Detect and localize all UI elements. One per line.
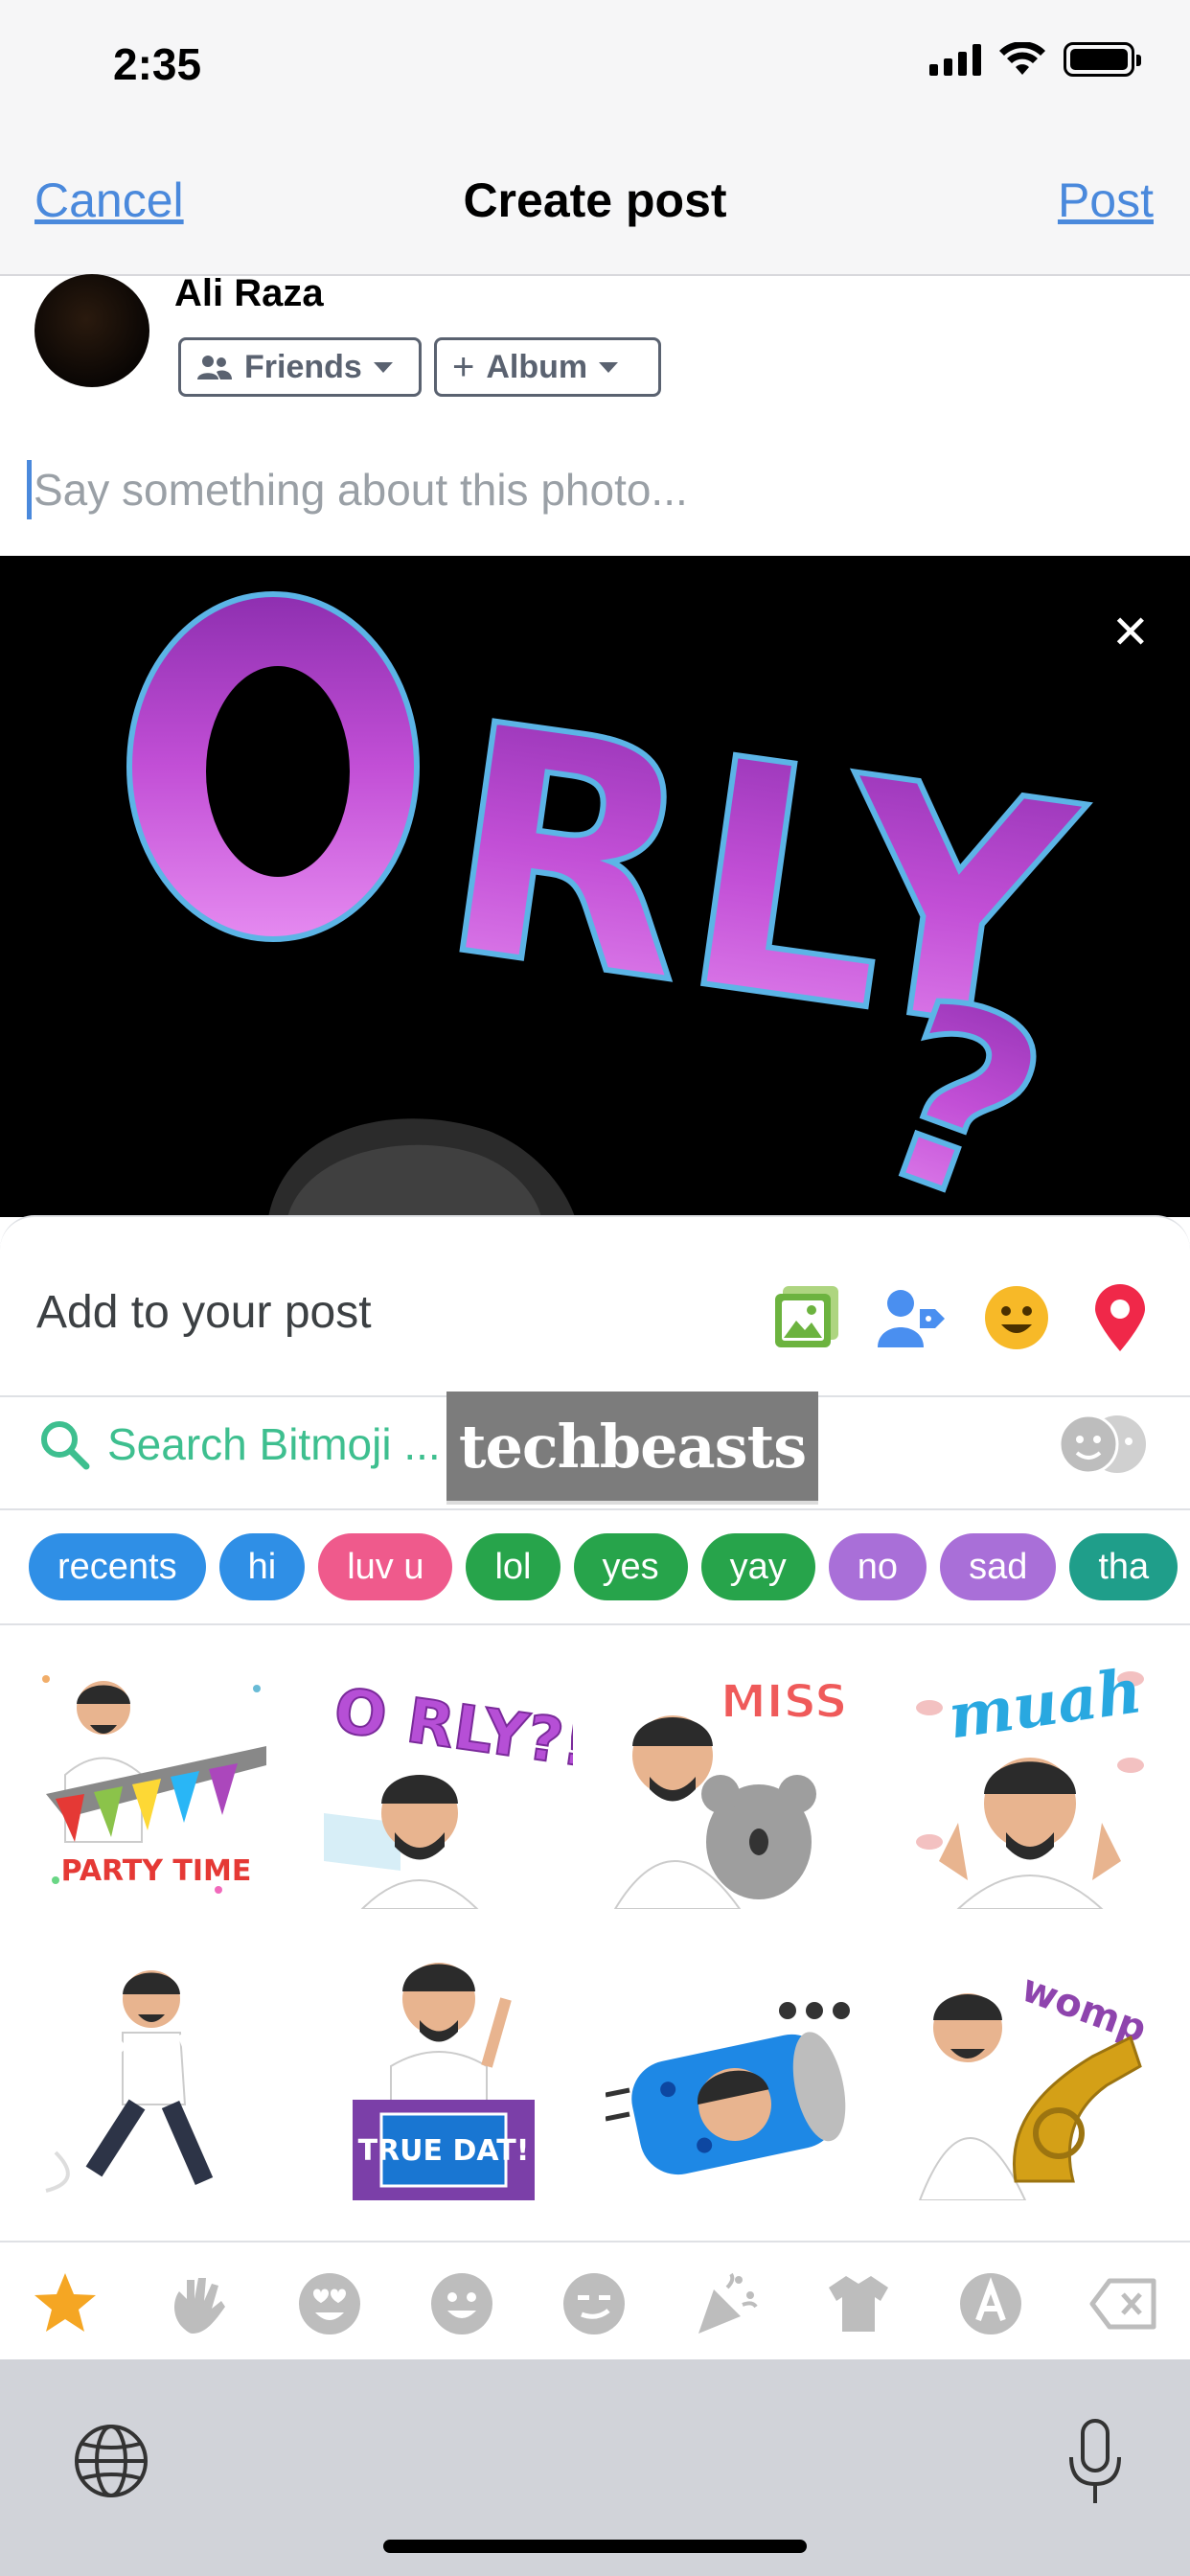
pill-recents[interactable]: recents (29, 1533, 206, 1600)
sticker-text: O RLY?! (330, 1675, 573, 1782)
globe-icon[interactable] (73, 2423, 149, 2499)
album-selector[interactable]: + Album (434, 337, 661, 397)
battery-icon (1064, 42, 1141, 77)
caret-down-icon (599, 361, 619, 373)
pill-lol[interactable]: lol (466, 1533, 561, 1600)
pill-luv-u[interactable]: luv u (318, 1533, 453, 1600)
sticker-dance[interactable] (27, 1942, 286, 2200)
text-cursor (27, 460, 32, 519)
smile-icon[interactable] (425, 2267, 498, 2340)
sticker-party-time[interactable]: PARTY TIME (27, 1650, 286, 1909)
tag-people-icon[interactable] (874, 1280, 949, 1355)
home-indicator (383, 2540, 807, 2553)
sticker-soda-can[interactable] (605, 1942, 864, 2200)
add-to-post-label: Add to your post (36, 1287, 372, 1338)
attached-photo: RLY ? ✕ (0, 556, 1190, 1217)
sticker-miss-you[interactable]: MISS YOU (606, 1650, 973, 1910)
pill-hi[interactable]: hi (218, 1533, 306, 1600)
cancel-button[interactable]: Cancel (34, 172, 184, 228)
sticker-muah[interactable]: muah (901, 1650, 1159, 1910)
caption-input[interactable]: Say something about this photo... (27, 460, 688, 519)
pill-sad[interactable]: sad (940, 1533, 1057, 1600)
signal-icon (929, 43, 981, 76)
heart-eyes-icon[interactable] (293, 2267, 366, 2340)
feeling-icon[interactable] (979, 1280, 1054, 1355)
bitmoji-friends-icon[interactable] (1056, 1413, 1152, 1476)
plus-icon: + (452, 346, 475, 388)
sticker-text: MISS YOU (721, 1675, 864, 1729)
author-name: Ali Raza (174, 272, 324, 314)
avatar[interactable] (34, 274, 149, 387)
remove-photo-button[interactable]: ✕ (1111, 606, 1150, 659)
location-icon[interactable] (1083, 1280, 1157, 1355)
sticker-text: muah (944, 1655, 1146, 1753)
wave-icon[interactable] (161, 2267, 234, 2340)
sticker-text: TRUE DAT! (358, 2134, 530, 2168)
sticker-womp-womp[interactable]: womp womp (901, 1942, 1190, 2201)
caret-down-icon (373, 361, 393, 373)
orly-image: RLY ? (126, 591, 1099, 1217)
divider (0, 1623, 1190, 1625)
watermark: techbeasts (446, 1392, 818, 1505)
photo-icon[interactable] (770, 1280, 845, 1355)
delete-icon[interactable] (1087, 2267, 1159, 2340)
sticker-text: PARTY TIME (61, 1854, 252, 1888)
text-icon[interactable] (954, 2267, 1027, 2340)
pill-tha[interactable]: tha (1069, 1533, 1179, 1600)
shirt-icon[interactable] (822, 2267, 895, 2340)
wifi-icon (999, 42, 1045, 75)
star-icon[interactable] (29, 2267, 102, 2340)
microphone-icon[interactable] (1062, 2417, 1129, 2507)
pill-yes[interactable]: yes (573, 1533, 688, 1600)
status-icons (929, 42, 1141, 77)
audience-label: Friends (244, 348, 362, 385)
bitmoji-search-placeholder: Search Bitmoji ... (107, 1419, 441, 1469)
pill-yay[interactable]: yay (700, 1533, 815, 1600)
album-label: Album (486, 348, 588, 385)
smirk-icon[interactable] (558, 2267, 630, 2340)
friends-icon (197, 356, 232, 380)
search-icon (41, 1421, 90, 1470)
sticker-true-dat[interactable]: TRUE DAT! (314, 1942, 573, 2200)
divider (0, 1508, 1190, 1510)
caption-placeholder: Say something about this photo... (34, 465, 688, 515)
party-icon[interactable] (690, 2267, 763, 2340)
bitmoji-category-pills: recents hi luv u lol yes yay no sad tha (29, 1533, 1190, 1600)
sticker-o-rly[interactable]: O RLY?! (314, 1650, 596, 1910)
status-time: 2:35 (113, 39, 202, 89)
bitmoji-search-input[interactable]: Search Bitmoji ... (38, 1418, 441, 1470)
post-button[interactable]: Post (1058, 172, 1154, 228)
audience-selector[interactable]: Friends (178, 337, 422, 397)
pill-no[interactable]: no (828, 1533, 927, 1600)
